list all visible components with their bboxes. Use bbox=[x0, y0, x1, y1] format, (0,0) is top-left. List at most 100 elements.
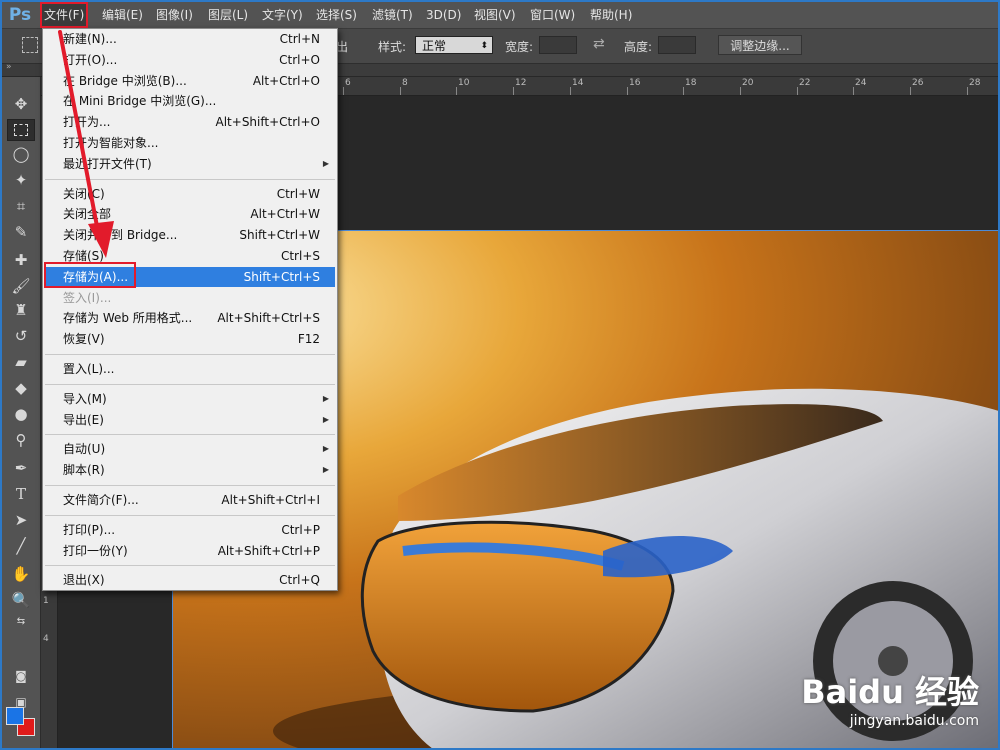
ruler-tick bbox=[343, 87, 344, 95]
menu-separator bbox=[45, 514, 335, 516]
blur-tool-icon[interactable]: ● bbox=[7, 403, 35, 425]
file-menu-item[interactable]: 打开为智能对象... bbox=[45, 133, 335, 153]
menu-9[interactable]: 窗口(W) bbox=[526, 2, 579, 28]
move-tool-icon[interactable]: ✥ bbox=[7, 93, 35, 115]
style-label: 样式: bbox=[378, 40, 407, 54]
submenu-arrow-icon: ▶ bbox=[322, 414, 329, 424]
menu-item-shortcut: Shift+Ctrl+S bbox=[243, 269, 320, 284]
menu-item-shortcut: Alt+Shift+Ctrl+S bbox=[217, 311, 320, 326]
height-label: 高度: bbox=[624, 40, 653, 54]
menu-item-shortcut: Ctrl+Q bbox=[279, 573, 320, 588]
rectangular-marquee-tool-icon[interactable] bbox=[7, 119, 35, 141]
menu-8[interactable]: 视图(V) bbox=[470, 2, 520, 28]
file-menu-item[interactable]: 导出(E) ▶ bbox=[45, 410, 335, 430]
menu-item-label: 恢复(V) bbox=[63, 332, 105, 347]
collapse-arrows-icon[interactable]: » bbox=[6, 62, 12, 72]
menu-0[interactable]: 文件(F) bbox=[40, 2, 89, 28]
file-menu-item[interactable]: 文件简介(F)... Alt+Shift+Ctrl+I bbox=[45, 490, 335, 510]
menu-separator bbox=[45, 485, 335, 486]
tools-panel: ✥ ◯ ✦ ⌗ ✎ ✚ 🖌 ♜ ↺ ▰ ◆ ● ⚲ ✒ T ➤ ╱ ✋ 🔍 ⇆ … bbox=[2, 77, 41, 748]
watermark-brand: Baidu 经验 bbox=[801, 673, 979, 711]
file-menu-item[interactable]: 关闭并转到 Bridge... Shift+Ctrl+W bbox=[45, 225, 335, 245]
width-label: 宽度: bbox=[505, 40, 534, 54]
paint-bucket-tool-icon[interactable]: ◆ bbox=[7, 377, 35, 399]
healing-brush-tool-icon[interactable]: ✚ bbox=[7, 249, 35, 271]
crop-tool-icon[interactable]: ⌗ bbox=[7, 195, 35, 217]
history-brush-tool-icon[interactable]: ↺ bbox=[7, 325, 35, 347]
foreground-color-swatch[interactable] bbox=[6, 707, 24, 725]
submenu-arrow-icon: ▶ bbox=[322, 393, 329, 403]
file-menu-item[interactable]: 置入(L)... bbox=[45, 359, 335, 379]
file-menu-item[interactable]: 存储为 Web 所用格式... Alt+Shift+Ctrl+S bbox=[45, 308, 335, 328]
ruler-tick-label: 14 bbox=[572, 78, 584, 88]
watermark-url: jingyan.baidu.com bbox=[849, 713, 979, 729]
file-menu-item[interactable]: 关闭(C) Ctrl+W bbox=[45, 184, 335, 204]
menu-10[interactable]: 帮助(H) bbox=[586, 2, 636, 28]
file-menu-item[interactable]: 打印一份(Y) Alt+Shift+Ctrl+P bbox=[45, 541, 335, 561]
menu-4[interactable]: 文字(Y) bbox=[258, 2, 307, 28]
file-menu-item[interactable]: 自动(U) ▶ bbox=[45, 439, 335, 459]
ruler-tick bbox=[797, 87, 798, 95]
ruler-tick bbox=[910, 87, 911, 95]
ruler-tick-label: 20 bbox=[742, 78, 754, 88]
menu-item-label: 置入(L)... bbox=[63, 362, 115, 376]
eraser-tool-icon[interactable]: ▰ bbox=[7, 351, 35, 373]
file-menu-item[interactable]: 在 Bridge 中浏览(B)... Alt+Ctrl+O bbox=[45, 71, 335, 91]
menu-item-shortcut: Alt+Shift+Ctrl+O bbox=[215, 115, 320, 130]
hand-tool-icon[interactable]: ✋ bbox=[7, 563, 35, 585]
menu-item-label: 在 Mini Bridge 中浏览(G)... bbox=[63, 94, 217, 109]
file-menu-item[interactable]: 退出(X) Ctrl+Q bbox=[45, 570, 335, 590]
ruler-tick bbox=[853, 87, 854, 95]
file-menu-item[interactable]: 在 Mini Bridge 中浏览(G)... bbox=[45, 91, 335, 111]
eyedropper-tool-icon[interactable]: ✎ bbox=[7, 221, 35, 243]
file-menu-item[interactable]: 打印(P)... Ctrl+P bbox=[45, 520, 335, 540]
zoom-tool-icon[interactable]: 🔍 bbox=[7, 589, 35, 611]
menu-7[interactable]: 3D(D) bbox=[422, 2, 465, 28]
file-menu-item[interactable]: 关闭全部 Alt+Ctrl+W bbox=[45, 204, 335, 224]
ruler-tick bbox=[400, 87, 401, 95]
brush-tool-icon[interactable]: 🖌 bbox=[7, 275, 35, 297]
file-menu-item[interactable]: 脚本(R) ▶ bbox=[45, 460, 335, 480]
width-input[interactable] bbox=[539, 36, 577, 54]
menu-1[interactable]: 编辑(E) bbox=[98, 2, 147, 28]
file-menu-item[interactable]: 打开为... Alt+Shift+Ctrl+O bbox=[45, 112, 335, 132]
height-input[interactable] bbox=[658, 36, 696, 54]
ruler-tick bbox=[456, 87, 457, 95]
magic-wand-tool-icon[interactable]: ✦ bbox=[7, 169, 35, 191]
lasso-tool-icon[interactable]: ◯ bbox=[7, 143, 35, 165]
file-menu-item[interactable]: 导入(M) ▶ bbox=[45, 389, 335, 409]
quick-mask-icon[interactable]: ◙ bbox=[7, 665, 35, 687]
menu-5[interactable]: 选择(S) bbox=[312, 2, 361, 28]
swap-colors-icon[interactable]: ⇆ bbox=[7, 611, 35, 633]
type-tool-icon[interactable]: T bbox=[7, 483, 35, 505]
menu-item-label: 新建(N)... bbox=[63, 32, 117, 46]
menu-item-label: 脚本(R) bbox=[63, 463, 105, 478]
save-as-highlight-box bbox=[44, 262, 136, 288]
path-selection-tool-icon[interactable]: ➤ bbox=[7, 509, 35, 531]
menu-2[interactable]: 图像(I) bbox=[152, 2, 197, 28]
ruler-tick-label: 1 bbox=[43, 596, 49, 606]
line-tool-icon[interactable]: ╱ bbox=[7, 535, 35, 557]
pen-tool-icon[interactable]: ✒ bbox=[7, 457, 35, 479]
refine-edge-button[interactable]: 调整边缘... bbox=[718, 35, 802, 55]
ruler-tick-label: 28 bbox=[969, 78, 981, 88]
marquee-tool-preset-icon[interactable] bbox=[22, 37, 38, 53]
file-menu-item[interactable]: 打开(O)... Ctrl+O bbox=[45, 50, 335, 70]
file-menu-item[interactable]: 最近打开文件(T) ▶ bbox=[45, 154, 335, 174]
file-menu-item[interactable]: 恢复(V) F12 bbox=[45, 329, 335, 349]
file-menu-item[interactable]: 新建(N)... Ctrl+N bbox=[45, 29, 335, 49]
ruler-tick bbox=[740, 87, 741, 95]
dodge-tool-icon[interactable]: ⚲ bbox=[7, 429, 35, 451]
swap-arrows-icon[interactable]: ⇄ bbox=[593, 36, 605, 52]
menu-item-label: 关闭并转到 Bridge... bbox=[63, 228, 178, 243]
menu-item-label: 关闭(C) bbox=[63, 186, 105, 201]
style-select-value: 正常 bbox=[422, 39, 447, 53]
photoshop-logo: Ps bbox=[8, 5, 32, 25]
style-select[interactable]: 正常 ⬍ bbox=[415, 36, 493, 54]
ruler-tick-label: 12 bbox=[515, 78, 527, 88]
clone-stamp-tool-icon[interactable]: ♜ bbox=[7, 299, 35, 321]
menu-6[interactable]: 滤镜(T) bbox=[368, 2, 417, 28]
menu-item-shortcut: Ctrl+N bbox=[279, 32, 320, 46]
file-menu-dropdown: 新建(N)... Ctrl+N 打开(O)... Ctrl+O 在 Bridge 中浏览… bbox=[42, 28, 338, 591]
menu-3[interactable]: 图层(L) bbox=[204, 2, 252, 28]
